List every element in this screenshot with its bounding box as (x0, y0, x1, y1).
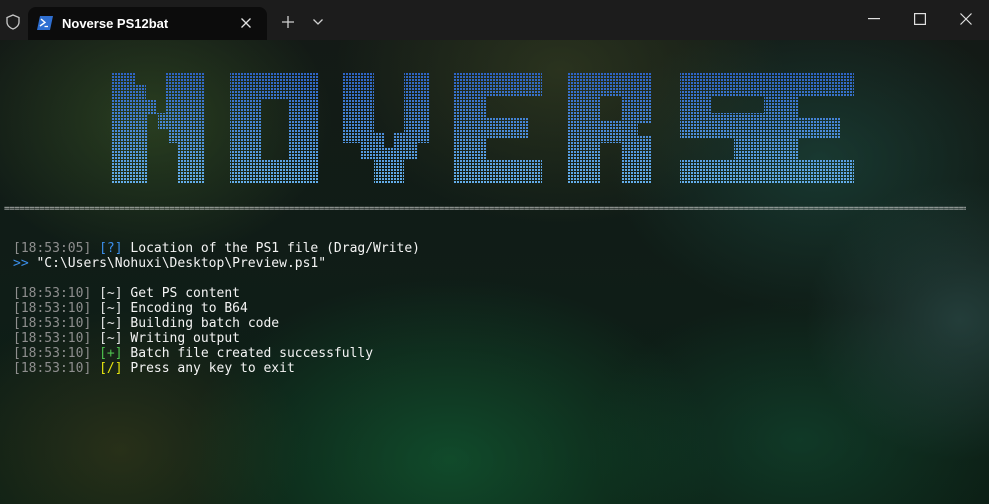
tab-active[interactable]: Noverse PS12bat (28, 7, 267, 40)
console-message: Get PS content (130, 286, 240, 301)
window-close-icon[interactable] (960, 13, 972, 25)
status-tag: [~] (99, 286, 123, 301)
ascii-banner (112, 73, 854, 183)
input-value: "C:\Users\Nohuxi\Desktop\Preview.ps1" (36, 256, 327, 271)
console-line: [18:53:10] [~] Encoding to B64 (13, 301, 973, 316)
terminal-window: Noverse PS12bat ========================… (0, 0, 989, 504)
console-message: Writing output (130, 331, 240, 346)
status-tag: [?] (99, 241, 123, 256)
console-message: Encoding to B64 (130, 301, 248, 316)
timestamp: [18:53:10] (13, 331, 92, 346)
console-line: [18:53:10] [+] Batch file created succes… (13, 346, 973, 361)
console-message: Building batch code (130, 316, 280, 331)
console-message: Batch file created successfully (130, 346, 374, 361)
console-line: [18:53:05] [?] Location of the PS1 file … (13, 241, 973, 256)
console-line: [18:53:10] [/] Press any key to exit (13, 361, 973, 376)
timestamp: [18:53:05] (13, 241, 92, 256)
status-tag: [~] (99, 301, 123, 316)
console-message: Press any key to exit (130, 361, 295, 376)
plus-icon[interactable] (281, 15, 295, 29)
tab-title: Noverse PS12bat (62, 16, 169, 31)
title-bar: Noverse PS12bat (0, 0, 989, 40)
timestamp: [18:53:10] (13, 316, 92, 331)
console-message: Location of the PS1 file (Drag/Write) (130, 241, 421, 256)
maximize-icon[interactable] (914, 13, 926, 25)
shield-icon[interactable] (5, 14, 21, 30)
console-line: [18:53:10] [~] Get PS content (13, 286, 973, 301)
timestamp: [18:53:10] (13, 361, 92, 376)
console-line: [18:53:10] [~] Building batch code (13, 316, 973, 331)
chevron-down-icon[interactable] (312, 18, 324, 26)
status-tag: [/] (99, 361, 123, 376)
timestamp: [18:53:10] (13, 346, 92, 361)
powershell-icon (37, 16, 53, 30)
status-tag: [~] (99, 316, 123, 331)
timestamp: [18:53:10] (13, 301, 92, 316)
separator-line: ========================================… (4, 204, 966, 214)
console-line: [18:53:10] [~] Writing output (13, 331, 973, 346)
minimize-icon[interactable] (868, 18, 880, 20)
input-prompt: >> (13, 256, 29, 271)
separator-text: ========================================… (4, 204, 966, 214)
timestamp: [18:53:10] (13, 286, 92, 301)
status-tag: [~] (99, 331, 123, 346)
console-output[interactable]: [18:53:05] [?] Location of the PS1 file … (13, 241, 973, 376)
close-icon[interactable] (238, 15, 254, 31)
status-tag: [+] (99, 346, 123, 361)
console-line: >> "C:\Users\Nohuxi\Desktop\Preview.ps1" (13, 256, 973, 271)
